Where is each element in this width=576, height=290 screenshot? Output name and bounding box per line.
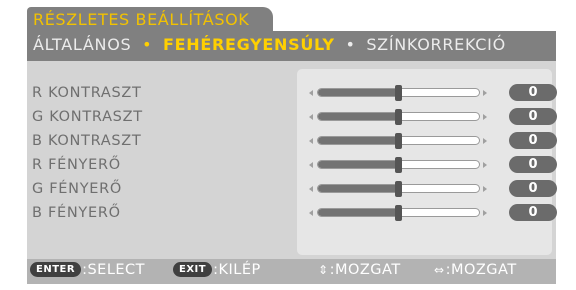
slider-row: 0 [297,201,557,225]
slider-row: 0 [297,105,557,129]
arrow-right-icon[interactable] [483,114,487,120]
tab-altalanos[interactable]: ÁLTALÁNOS [33,35,131,54]
enter-key-icon: ENTER [30,262,82,277]
help-bar: ENTER:SELECT EXIT:KILÉP ⇕:MOZGAT ⇔:MOZGA… [27,259,556,284]
slider-row: 0 [297,81,557,105]
slider-fill [318,137,399,144]
value-badge: 0 [509,156,557,173]
tab-list: ÁLTALÁNOS • FEHÉREGYENSÚLY • SZÍNKORREKC… [33,35,506,54]
setting-labels: R KONTRASZT G KONTRASZT B KONTRASZT R FÉ… [32,81,143,225]
slider-knob[interactable] [395,133,402,149]
help-exit: EXIT:KILÉP [173,262,261,278]
help-text: :SELECT [82,262,146,278]
slider-knob[interactable] [395,205,402,221]
arrow-right-icon[interactable] [483,138,487,144]
slider-row: 0 [297,177,557,201]
help-text: :KILÉP [213,262,261,278]
slider-knob[interactable] [395,181,402,197]
setting-label-r-fenyero[interactable]: R FÉNYERŐ [32,153,143,177]
setting-label-g-kontraszt[interactable]: G KONTRASZT [32,105,143,129]
help-move-horizontal: ⇔:MOZGAT [434,262,517,278]
tab-separator: • [345,35,356,54]
arrow-right-icon[interactable] [483,162,487,168]
arrow-left-icon[interactable] [309,162,313,168]
slider-fill [318,113,399,120]
arrow-left-icon[interactable] [309,210,313,216]
arrow-right-icon[interactable] [483,90,487,96]
settings-panel: R KONTRASZT G KONTRASZT B KONTRASZT R FÉ… [27,61,557,259]
tab-szinkorrekcio[interactable]: SZÍNKORREKCIÓ [366,35,506,54]
help-text: :MOZGAT [329,262,401,278]
slider-fill [318,209,399,216]
menu-title-tab: RÉSZLETES BEÁLLÍTÁSOK [27,7,273,33]
help-enter: ENTER:SELECT [30,262,145,278]
slider-area: 0 0 0 0 0 0 [297,69,557,255]
left-right-arrows-icon: ⇔ [434,263,445,277]
setting-label-b-fenyero[interactable]: B FÉNYERŐ [32,201,143,225]
arrow-right-icon[interactable] [483,186,487,192]
up-down-arrows-icon: ⇕ [318,263,329,277]
tab-feheregyensuly[interactable]: FEHÉREGYENSÚLY [163,35,335,54]
value-badge: 0 [509,132,557,149]
setting-label-r-kontraszt[interactable]: R KONTRASZT [32,81,143,105]
arrow-left-icon[interactable] [309,114,313,120]
slider-knob[interactable] [395,157,402,173]
tab-separator: • [142,35,153,54]
slider-row: 0 [297,129,557,153]
slider-fill [318,161,399,168]
arrow-right-icon[interactable] [483,210,487,216]
slider-knob[interactable] [395,109,402,125]
help-text: :MOZGAT [445,262,517,278]
setting-label-b-kontraszt[interactable]: B KONTRASZT [32,129,143,153]
value-badge: 0 [509,108,557,125]
slider-row: 0 [297,153,557,177]
exit-key-icon: EXIT [173,262,213,277]
arrow-left-icon[interactable] [309,138,313,144]
arrow-left-icon[interactable] [309,90,313,96]
arrow-left-icon[interactable] [309,186,313,192]
tab-bar: ÁLTALÁNOS • FEHÉREGYENSÚLY • SZÍNKORREKC… [27,31,556,61]
setting-label-g-fenyero[interactable]: G FÉNYERŐ [32,177,143,201]
value-badge: 0 [509,84,557,101]
value-badge: 0 [509,204,557,221]
value-badge: 0 [509,180,557,197]
slider-fill [318,185,399,192]
slider-fill [318,89,399,96]
help-move-vertical: ⇕:MOZGAT [318,262,401,278]
slider-knob[interactable] [395,85,402,101]
menu-title: RÉSZLETES BEÁLLÍTÁSOK [33,10,250,29]
